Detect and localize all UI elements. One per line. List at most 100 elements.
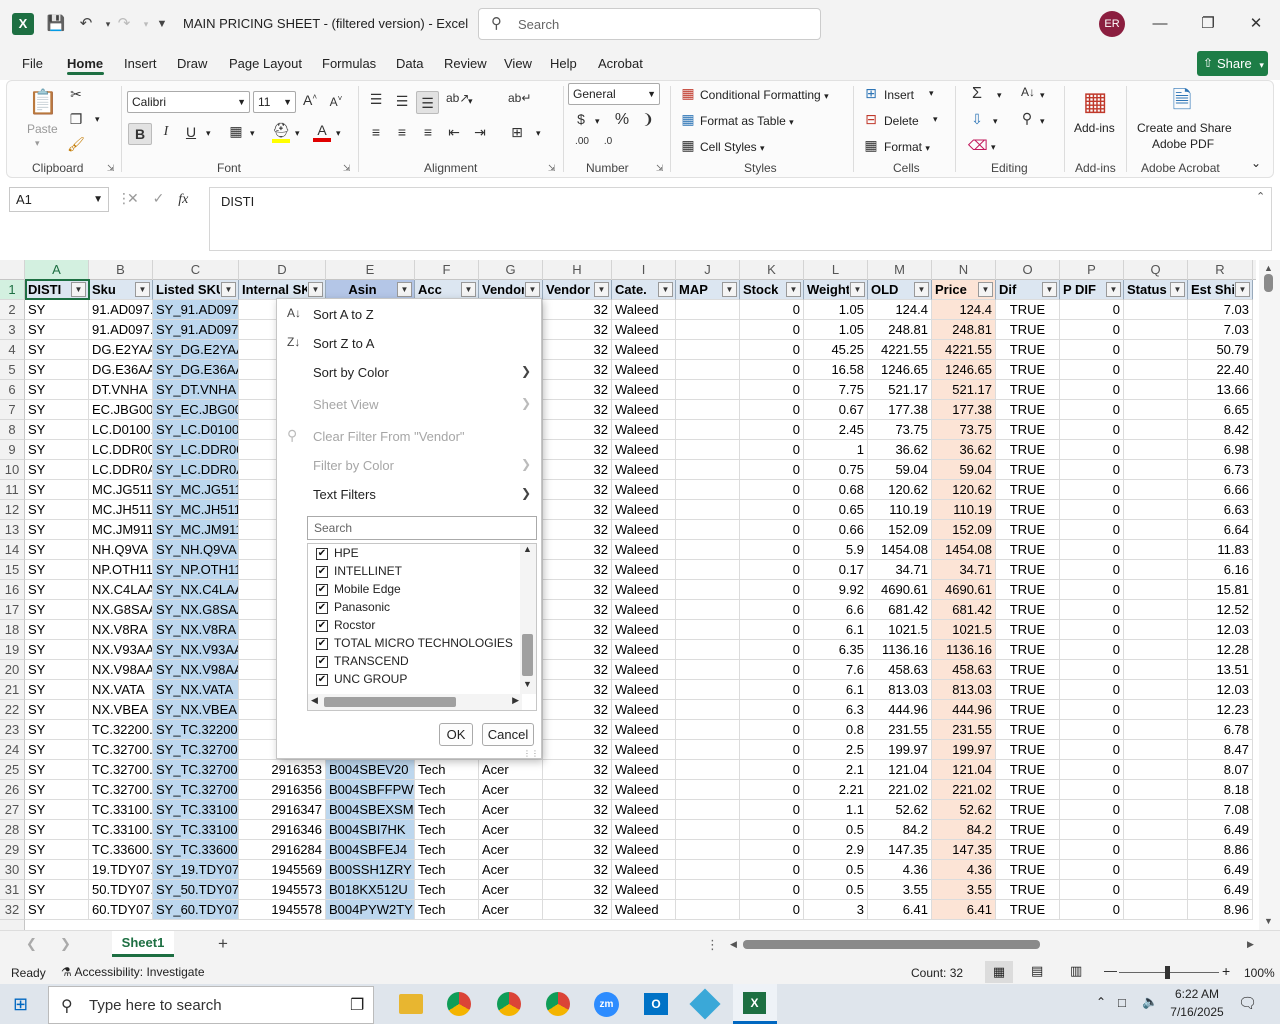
cell[interactable]: 0 [1060,560,1124,580]
cell[interactable]: 91.AD097. [89,300,153,320]
cell[interactable]: 0 [1060,540,1124,560]
cell[interactable]: 32 [543,520,612,540]
cell[interactable]: 8.96 [1188,900,1253,920]
paste-button[interactable]: Paste [27,122,58,136]
cell[interactable]: 8.42 [1188,420,1253,440]
cell[interactable]: SY_NP.OTH11 [153,560,239,580]
splitter-icon[interactable]: ⋮ [706,937,719,953]
cell[interactable]: Waleed [612,300,676,320]
cell[interactable]: SY_NX.G8SAA [153,600,239,620]
cell[interactable]: 59.04 [932,460,996,480]
cell[interactable]: TRUE [996,840,1060,860]
cell[interactable] [676,520,740,540]
cell[interactable] [1124,620,1188,640]
borders-dropdown-icon[interactable]: ▾ [250,128,255,139]
header-cell[interactable]: Internal SK ▼ [239,280,326,300]
filter-value-item[interactable]: ✔ Panasonic [316,600,390,614]
cell[interactable]: 0 [740,480,804,500]
filter-dropdown-icon[interactable]: ▼ [221,282,236,297]
cell[interactable]: 32 [543,800,612,820]
cell[interactable]: 0 [1060,380,1124,400]
cell[interactable]: 0 [1060,640,1124,660]
cell[interactable]: 32 [543,600,612,620]
sort-by-color[interactable]: Sort by Color [313,365,389,380]
cell[interactable]: 2.45 [804,420,868,440]
cell[interactable]: 0 [740,700,804,720]
row-header[interactable]: 4 [0,340,25,360]
column-header[interactable]: Q [1124,260,1188,280]
scroll-right-icon[interactable]: ▶ [512,695,519,706]
column-header[interactable]: E [326,260,415,280]
cell[interactable]: TRUE [996,340,1060,360]
cell[interactable] [676,760,740,780]
cell[interactable]: 32 [543,900,612,920]
row-header[interactable]: 12 [0,500,25,520]
cell[interactable]: SY_TC.33600. [153,840,239,860]
cell[interactable] [676,320,740,340]
cell[interactable]: 0 [740,380,804,400]
cell[interactable]: 0 [740,820,804,840]
cell[interactable]: SY [25,700,89,720]
cell[interactable]: TRUE [996,560,1060,580]
fill-color-icon[interactable]: ⛑ [272,122,290,143]
cell[interactable]: 32 [543,780,612,800]
row-header[interactable]: 28 [0,820,25,840]
cell[interactable]: 1454.08 [868,540,932,560]
row-header[interactable]: 9 [0,440,25,460]
cell[interactable]: Waleed [612,760,676,780]
cell[interactable]: SY_MC.JG511 [153,480,239,500]
sort-a-to-z[interactable]: Sort A to Z [313,307,374,322]
column-header[interactable]: D [239,260,326,280]
cell[interactable]: B004SBFEJ4 [326,840,415,860]
conditional-formatting-button[interactable]: Conditional Formatting ▾ [700,88,829,102]
add-ins-icon[interactable]: ▦ [1079,85,1111,117]
dialog-launcher-icon[interactable]: ⇲ [656,163,664,174]
filter-value-item[interactable]: ✔ Rocstor [316,618,375,632]
cell[interactable]: 0 [1060,420,1124,440]
cell[interactable]: 0 [740,320,804,340]
resize-grip-icon[interactable]: ⋮⋮ [523,749,539,758]
insert-cells-button[interactable]: Insert [884,88,914,102]
row-header[interactable]: 20 [0,660,25,680]
cell[interactable]: 13.51 [1188,660,1253,680]
cell[interactable]: SY [25,600,89,620]
cell[interactable]: 12.28 [1188,640,1253,660]
cell[interactable]: TRUE [996,420,1060,440]
column-header[interactable]: F [415,260,479,280]
header-cell[interactable]: Cate. ▼ [612,280,676,300]
cell[interactable]: TRUE [996,360,1060,380]
cell[interactable]: Waleed [612,480,676,500]
cell[interactable]: 0 [740,600,804,620]
cell[interactable]: 0.5 [804,880,868,900]
cell[interactable]: 1.05 [804,320,868,340]
vertical-scrollbar[interactable]: ▲ ▼ [1259,260,1280,930]
cell[interactable]: 32 [543,860,612,880]
cell[interactable]: 32 [543,760,612,780]
cell[interactable]: 0 [740,560,804,580]
cell[interactable]: 73.75 [932,420,996,440]
cell[interactable]: 0 [740,340,804,360]
cell[interactable]: TRUE [996,820,1060,840]
cell[interactable]: TRUE [996,640,1060,660]
cell[interactable]: TC.32700. [89,780,153,800]
column-header[interactable]: H [543,260,612,280]
cell[interactable]: 444.96 [868,700,932,720]
page-layout-view-icon[interactable]: ▤ [1031,963,1043,979]
orientation-icon[interactable]: ab↗ [446,91,469,105]
cell[interactable]: 0 [740,580,804,600]
row-header[interactable]: 14 [0,540,25,560]
cell[interactable]: SY [25,840,89,860]
cell[interactable]: LC.DDR00. [89,440,153,460]
cell[interactable]: TC.33100. [89,800,153,820]
cell[interactable]: SY [25,560,89,580]
cell[interactable]: Waleed [612,380,676,400]
cell[interactable]: EC.JBG00. [89,400,153,420]
cell[interactable]: NX.V93AA [89,640,153,660]
column-header[interactable]: M [868,260,932,280]
cell[interactable]: 1.05 [804,300,868,320]
cell[interactable] [1124,700,1188,720]
cell[interactable] [676,360,740,380]
cell[interactable] [676,780,740,800]
row-header[interactable]: 7 [0,400,25,420]
windows-start-icon[interactable]: ⊞ [13,994,28,1015]
